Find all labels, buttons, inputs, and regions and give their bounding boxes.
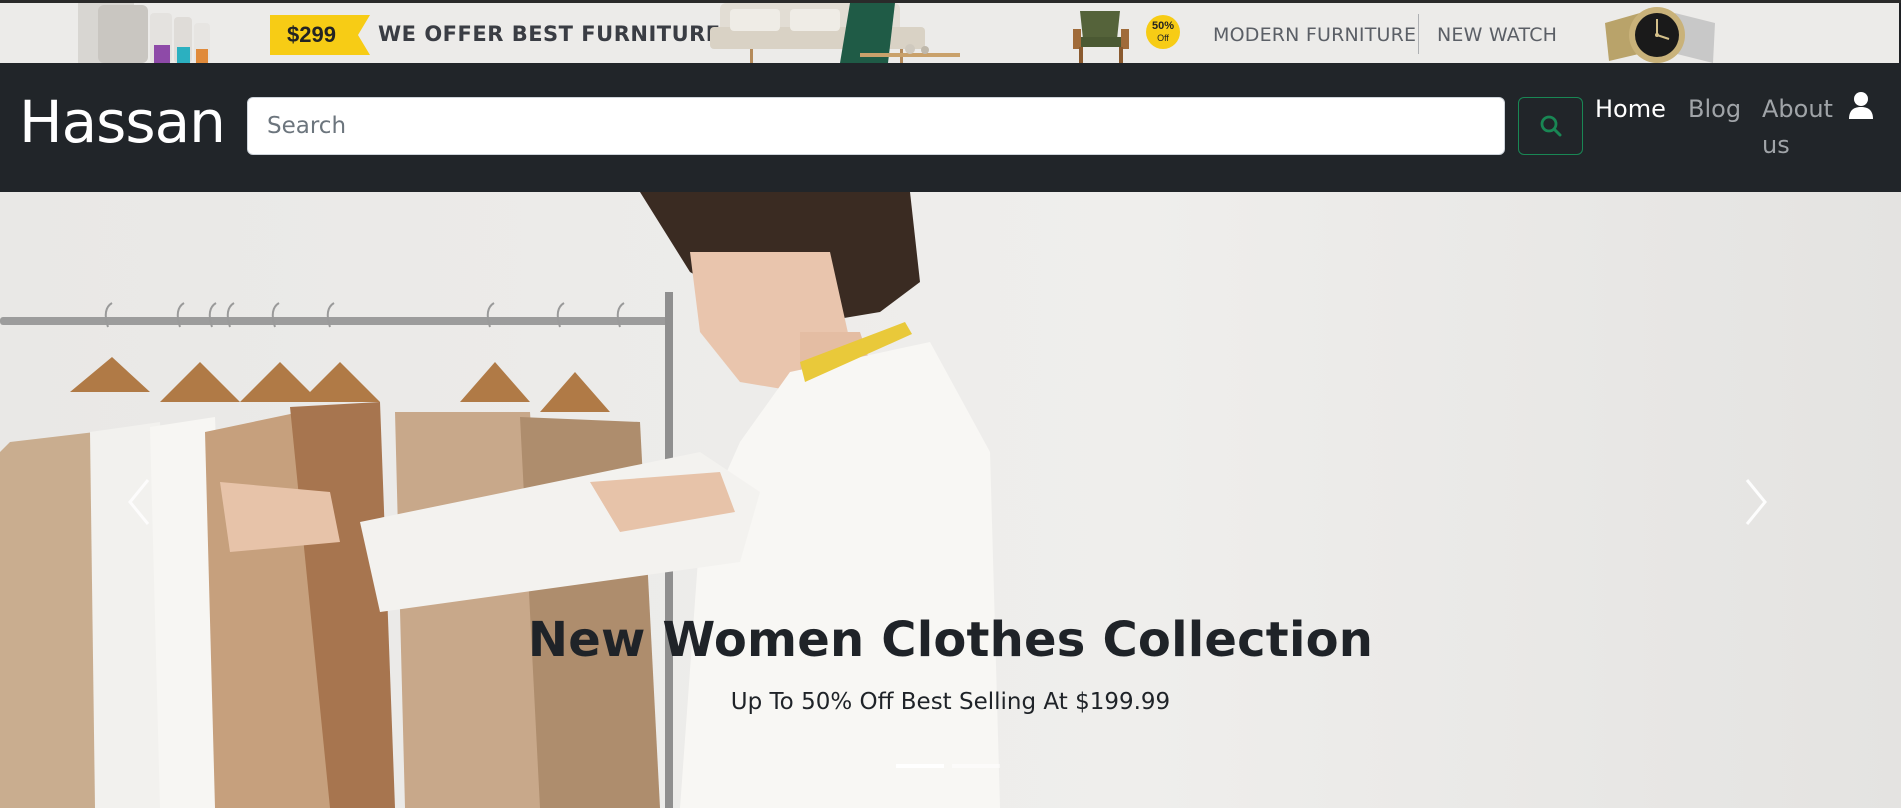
nav-link-about-us[interactable]: About us [1762, 91, 1842, 163]
chevron-right-icon[interactable] [1735, 472, 1775, 532]
sofa-product-image [710, 3, 960, 63]
promo-link-modern-furniture[interactable]: MODERN FURNITURE [1213, 24, 1416, 46]
hero-carousel[interactable]: New Women Clothes Collection Up To 50% O… [0, 192, 1901, 808]
search-button[interactable] [1518, 97, 1583, 155]
speakers-product-image [78, 3, 210, 63]
nav-link-home[interactable]: Home [1595, 91, 1666, 127]
discount-off-label: Off [1157, 33, 1169, 43]
watch-product-image [1605, 7, 1715, 63]
chevron-left-icon[interactable] [120, 472, 160, 532]
hero-title: New Women Clothes Collection [527, 612, 1374, 668]
promo-headline: WE OFFER BEST FURNITURE [378, 22, 721, 46]
discount-percent: 50% [1151, 20, 1175, 32]
brand-logo[interactable]: Hassan [19, 90, 226, 155]
armchair-product-image [1073, 11, 1129, 63]
user-icon[interactable] [1847, 91, 1875, 121]
discount-badge: 50% Off [1146, 15, 1180, 49]
promo-link-new-watch[interactable]: NEW WATCH [1437, 24, 1557, 46]
navbar: Hassan Home Blog About us [0, 63, 1901, 192]
nav-link-blog[interactable]: Blog [1688, 91, 1741, 127]
promo-banner[interactable]: $299 WE OFFER BEST FURNITURE 50% Off MOD… [0, 0, 1901, 63]
search-icon [1540, 115, 1561, 137]
page: $299 WE OFFER BEST FURNITURE 50% Off MOD… [0, 0, 1901, 808]
carousel-indicators [896, 764, 1000, 768]
search-input[interactable] [247, 97, 1505, 155]
price-tag: $299 [270, 15, 370, 55]
hero-subtitle: Up To 50% Off Best Selling At $199.99 [730, 689, 1171, 715]
hero-background-image [0, 192, 1901, 808]
carousel-indicator-1[interactable] [896, 764, 944, 768]
carousel-indicator-2[interactable] [952, 764, 1000, 768]
promo-divider [1418, 14, 1419, 54]
